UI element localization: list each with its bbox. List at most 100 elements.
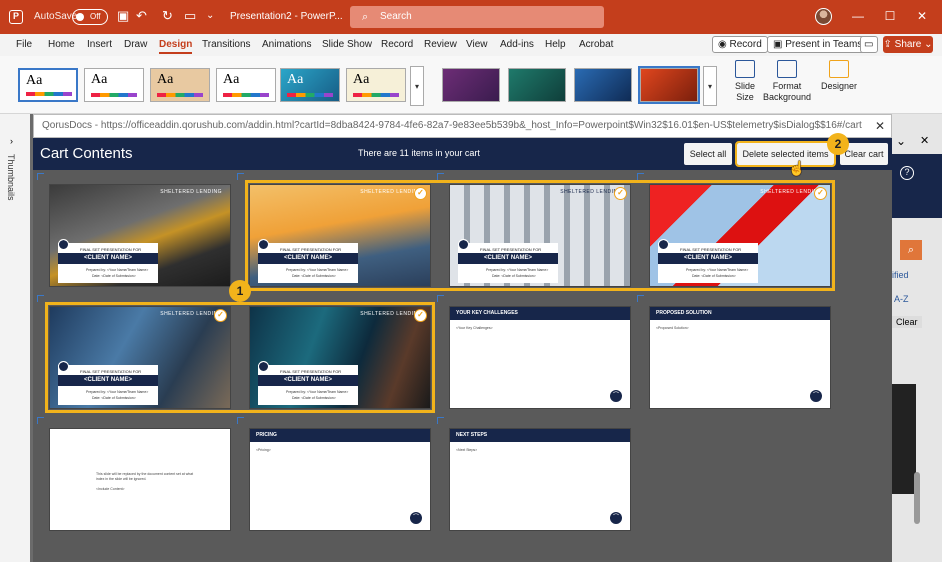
close-pane-icon[interactable]: ✕	[920, 134, 929, 147]
theme-glyph: Aa	[26, 73, 43, 88]
redo-icon[interactable]: ↻	[162, 9, 173, 23]
user-avatar[interactable]	[815, 8, 832, 25]
slide-logo-icon: ⌒	[410, 512, 422, 524]
slide-placeholder: <Pricing>	[256, 448, 271, 452]
theme-swatch	[353, 93, 399, 97]
design-ribbon: Aa Aa Aa Aa Aa Aa ▾ ▾ Slide Size Format …	[0, 56, 942, 114]
minimize-icon[interactable]: —	[850, 9, 866, 23]
customize-toolbar-icon[interactable]: ⌄	[206, 9, 214, 23]
start-from-beginning-icon[interactable]: ▭	[184, 9, 196, 23]
themes-more-button[interactable]: ▾	[410, 66, 424, 106]
tab-add-ins[interactable]: Add-ins	[500, 39, 534, 50]
close-window-icon[interactable]: ✕	[914, 9, 930, 23]
delete-selected-button[interactable]: Delete selected items	[735, 141, 836, 167]
theme-glyph: Aa	[157, 72, 174, 87]
record-button[interactable]: ◉ Record	[712, 36, 768, 53]
share-button[interactable]: ⇪ Share ⌄	[883, 36, 933, 53]
tab-file[interactable]: File	[16, 39, 32, 50]
tab-design[interactable]: Design	[159, 39, 193, 54]
comments-icon[interactable]: ▭	[860, 36, 878, 53]
slide-brand: SHELTERED LENDING	[160, 189, 222, 195]
variant-2[interactable]	[508, 68, 566, 102]
tab-help[interactable]: Help	[545, 39, 566, 50]
cart-slide-7[interactable]: YOUR KEY CHALLENGES <Your Key Challenges…	[450, 307, 630, 408]
tab-home[interactable]: Home	[48, 39, 75, 50]
tab-insert[interactable]: Insert	[87, 39, 112, 50]
slide-corner-marker	[237, 417, 244, 424]
theme-swatch	[287, 93, 333, 97]
tab-record[interactable]: Record	[381, 39, 413, 50]
pane-search-icon[interactable]: ⌕	[900, 240, 922, 260]
slide-placeholder: <Include Content>	[96, 487, 125, 491]
cart-slide-9[interactable]: This slide will be replaced by the docum…	[50, 429, 230, 530]
callout-badge-1: 1	[229, 280, 251, 302]
tab-slide-show[interactable]: Slide Show	[322, 39, 372, 50]
slide-corner-marker	[437, 295, 444, 302]
tab-transitions[interactable]: Transitions	[202, 39, 251, 50]
pane-filter-label[interactable]: ified	[892, 270, 909, 280]
pane-scrollbar[interactable]	[914, 472, 920, 524]
search-box[interactable]: ⌕ Search	[350, 6, 604, 28]
designer-label: Designer	[820, 81, 858, 91]
tab-animations[interactable]: Animations	[262, 39, 311, 50]
slide-heading: YOUR KEY CHALLENGES	[450, 307, 630, 320]
designer-button[interactable]: Designer	[820, 60, 858, 92]
theme-3[interactable]: Aa	[150, 68, 210, 102]
pane-sort-label[interactable]: A-Z	[894, 294, 909, 304]
variant-3[interactable]	[574, 68, 632, 102]
ribbon-tabs: File Home Insert Draw Design Transitions…	[0, 34, 942, 56]
theme-5[interactable]: Aa	[280, 68, 340, 102]
share-label: Share	[894, 39, 922, 50]
theme-office[interactable]: Aa	[18, 68, 78, 102]
undo-icon[interactable]: ↶	[136, 9, 147, 23]
variant-1[interactable]	[442, 68, 500, 102]
theme-4[interactable]: Aa	[216, 68, 276, 102]
tab-view[interactable]: View	[466, 39, 488, 50]
slide-placeholder: <Your Key Challenges>	[456, 326, 493, 330]
callout-badge-2: 2	[827, 133, 849, 155]
slide-placeholder: <Proposed Solution>	[656, 326, 689, 330]
autosave-toggle[interactable]: Off	[72, 9, 108, 25]
format-background-label: Format Background	[762, 81, 812, 102]
slide-corner-marker	[37, 173, 44, 180]
slide-corner-marker	[437, 417, 444, 424]
pane-header: ?	[892, 154, 942, 218]
slide-note: This slide will be replaced by the docum…	[96, 472, 194, 481]
help-icon[interactable]: ?	[900, 166, 914, 180]
cart-header: Cart Contents There are 11 items in your…	[33, 138, 892, 170]
cart-slide-10[interactable]: PRICING <Pricing> ⌒	[250, 429, 430, 530]
cart-slide-1[interactable]: SHELTERED LENDING FINAL SET PRESENTATION…	[50, 185, 230, 286]
thumbnails-label: Thumbnails	[6, 154, 16, 201]
cart-slide-8[interactable]: PROPOSED SOLUTION <Proposed Solution> ⌒	[650, 307, 830, 408]
mouse-pointer-icon: ☝	[788, 160, 806, 176]
maximize-icon[interactable]: ☐	[882, 9, 898, 23]
theme-glyph: Aa	[91, 72, 108, 87]
tab-acrobat[interactable]: Acrobat	[579, 39, 613, 50]
present-in-teams-button[interactable]: ▣ Present in Teams	[767, 36, 869, 53]
expand-thumbnails-icon[interactable]: ›	[10, 136, 13, 146]
variants-more-button[interactable]: ▾	[703, 66, 717, 106]
pane-chevron-icon[interactable]: ⌄	[896, 134, 906, 148]
right-task-pane: ⌄ ✕ ? ⌕ ified A-Z Clear	[892, 114, 942, 562]
variant-4[interactable]	[638, 66, 700, 104]
tab-draw[interactable]: Draw	[124, 39, 147, 50]
theme-swatch	[91, 93, 137, 97]
theme-glyph: Aa	[353, 72, 370, 87]
slide-size-button[interactable]: Slide Size	[730, 60, 760, 103]
slide-logo-icon: ⌒	[610, 390, 622, 402]
client-name: <CLIENT NAME>	[58, 253, 158, 264]
theme-6[interactable]: Aa	[346, 68, 406, 102]
theme-swatch	[157, 93, 203, 97]
cart-slide-11[interactable]: NEXT STEPS <Next Steps> ⌒	[450, 429, 630, 530]
thumbnails-pane[interactable]: › Thumbnails	[0, 114, 30, 562]
pane-clear-button[interactable]: Clear	[892, 316, 922, 328]
save-icon[interactable]: ▣	[117, 9, 129, 23]
close-dialog-icon[interactable]: ✕	[875, 115, 885, 137]
slide-logo-icon: ⌒	[58, 239, 69, 250]
theme-glyph: Aa	[223, 72, 240, 87]
format-background-button[interactable]: Format Background	[762, 60, 812, 103]
theme-2[interactable]: Aa	[84, 68, 144, 102]
tab-review[interactable]: Review	[424, 39, 457, 50]
select-all-button[interactable]: Select all	[684, 143, 732, 165]
pane-thumbnail	[892, 384, 916, 494]
